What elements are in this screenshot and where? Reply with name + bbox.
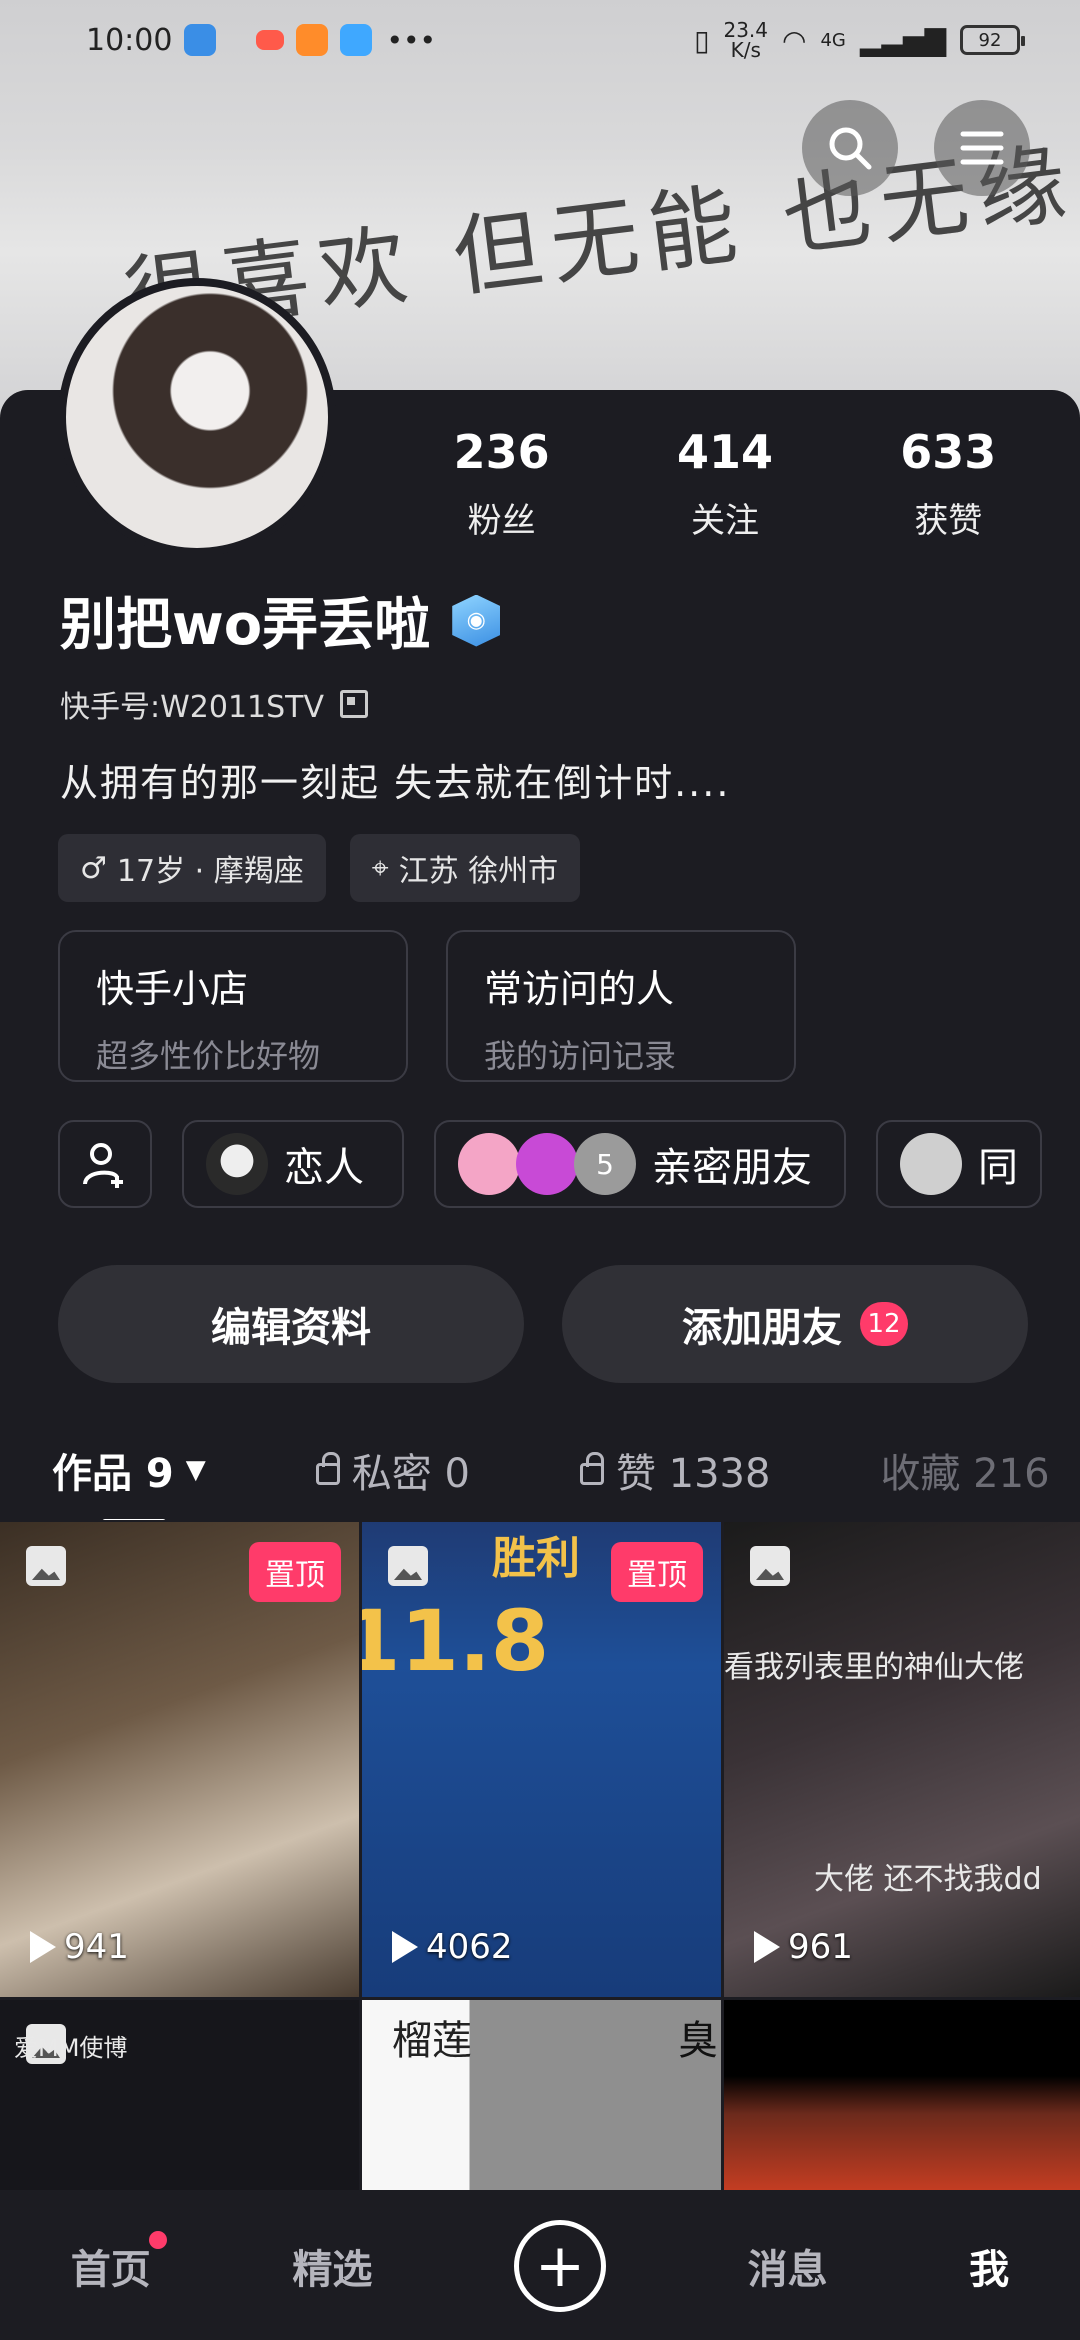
app-icon [184,24,217,56]
work-item[interactable]: 爱MM使博 [0,2000,359,2190]
work-item[interactable]: 榴莲 臭 [362,2000,721,2190]
work-item[interactable]: 置顶 胜利 11.8 4062 [362,1522,721,1997]
lock-icon [579,1452,604,1485]
works-grid: 置顶 941 置顶 胜利 11.8 4062 看我列表里的神仙大佬 大佬 还不找… [0,1522,1080,2190]
friend-avatar [458,1133,520,1195]
close-friends-chip[interactable]: 5 亲密朋友 [434,1120,846,1208]
play-icon [754,1931,780,1963]
shop-box[interactable]: 快手小店 超多性价比好物 [58,930,408,1082]
lover-chip[interactable]: 恋人 [182,1120,404,1208]
score-text: 11.8 [362,1592,550,1690]
profile-bio: 从拥有的那一刻起 失去就在倒计时.... [60,761,731,805]
visitors-box[interactable]: 常访问的人 我的访问记录 [446,930,796,1082]
work-item[interactable]: 置顶 941 [0,1522,359,1997]
image-icon [388,1546,428,1586]
friends-row: 恋人 5 亲密朋友 同 [58,1120,1042,1208]
friend-avatar [516,1133,578,1195]
app-icon [256,30,285,50]
cloud-icon [340,24,373,56]
location-pin-icon: ⌖ [371,850,389,886]
pinned-badge: 置顶 [249,1542,341,1602]
play-count: 941 [30,1927,129,1967]
work-item[interactable] [724,2000,1080,2190]
menu-button[interactable] [934,100,1030,196]
friend-avatar [206,1133,268,1195]
status-time: 10:00 [86,22,173,58]
nav-messages[interactable]: 消息 [748,2237,828,2295]
app-icon [296,24,329,56]
gender-icon: ♂ [80,850,107,886]
kuaishou-id[interactable]: 快手号:W2011STV [60,682,369,726]
tab-favorites[interactable]: 收藏 216 [880,1441,1049,1499]
bottom-nav: 首页 精选 + 消息 我 [0,2192,1080,2340]
net-speed: 23.4 K/s [723,18,769,62]
location-tag: ⌖ 江苏 徐州市 [349,834,581,902]
edit-profile-button[interactable]: 编辑资料 [58,1265,524,1383]
tab-private[interactable]: 私密 0 [315,1441,470,1499]
stat-following[interactable]: 414 关注 [613,425,836,542]
profile-tags: ♂ 17岁 · 摩羯座 ⌖ 江苏 徐州市 [58,834,581,902]
avatar[interactable] [58,278,336,556]
more-icon: ••• [386,23,437,57]
more-relation-chip[interactable]: 同 [876,1120,1042,1208]
stat-likes[interactable]: 633 获赞 [837,425,1060,542]
age-tag: ♂ 17岁 · 摩羯座 [58,834,326,902]
create-button[interactable]: + [513,2220,606,2312]
verified-badge-icon[interactable]: ◉ [452,594,501,647]
stat-fans[interactable]: 236 粉丝 [390,425,613,542]
notification-dot [148,2231,167,2249]
add-friend-button[interactable]: 添加朋友 12 [562,1265,1028,1383]
play-icon [30,1931,56,1963]
lock-icon [315,1452,340,1485]
plus-icon: + [534,2231,586,2301]
search-icon [829,127,872,170]
wifi-icon: ◠ [782,23,807,57]
status-bar: 10:00 ••• ▯ 23.4 K/s ◠ 4G ▂▃▅▇ 92 [0,0,1080,80]
vibrate-icon: ▯ [694,23,710,57]
qr-code-icon[interactable] [340,690,369,718]
friend-count: 5 [574,1133,636,1195]
dropdown-icon: ▼ [185,1455,206,1485]
menu-icon [960,131,1004,165]
add-person-icon [83,1143,123,1188]
work-item[interactable]: 看我列表里的神仙大佬 大佬 还不找我dd 961 [724,1522,1080,1997]
feature-boxes: 快手小店 超多性价比好物 常访问的人 我的访问记录 [58,930,796,1082]
net-type: 4G [820,29,846,51]
content-tabs: 作品 9 ▼ 私密 0 赞 1338 收藏 216 [0,1420,1080,1520]
nav-me[interactable]: 我 [969,2237,1009,2295]
nav-home[interactable]: 首页 [71,2231,167,2295]
play-icon [392,1931,418,1963]
tab-works[interactable]: 作品 9 ▼ [52,1441,206,1520]
add-relation-button[interactable] [58,1120,152,1208]
play-count: 961 [754,1927,853,1967]
search-button[interactable] [802,100,898,196]
signal-icon: ▂▃▅▇ [859,23,946,57]
friend-avatar [900,1133,962,1195]
profile-stats: 236 粉丝 414 关注 633 获赞 [390,425,1060,542]
tab-liked[interactable]: 赞 1338 [579,1441,770,1499]
nav-featured[interactable]: 精选 [292,2237,372,2295]
profile-name: 别把wo弄丢啦 ◉ [60,580,501,661]
image-icon [26,1546,66,1586]
battery-icon: 92 [960,25,1025,55]
profile-actions: 编辑资料 添加朋友 12 [58,1265,1028,1383]
notification-badge: 12 [860,1302,908,1346]
play-count: 4062 [392,1927,513,1967]
image-icon [750,1546,790,1586]
